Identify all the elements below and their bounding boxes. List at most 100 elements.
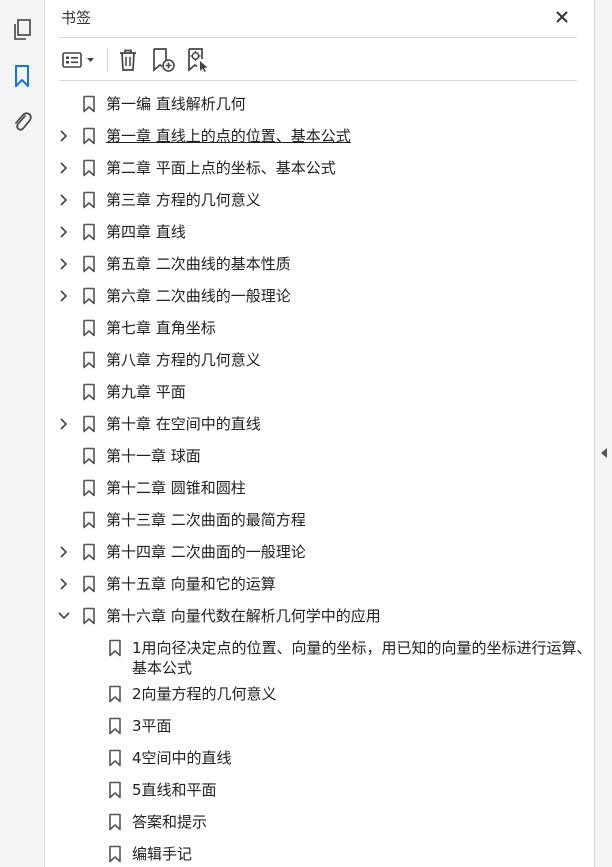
paperclip-icon[interactable]	[10, 110, 34, 134]
bookmark-icon	[107, 742, 123, 774]
bookmark-label: 答案和提示	[132, 813, 208, 831]
bookmark-icon	[81, 440, 97, 472]
bookmark-icon	[81, 568, 97, 600]
bookmark-icon	[81, 184, 97, 216]
collapse-panel-icon[interactable]	[601, 448, 607, 458]
chevron-spacer	[83, 838, 97, 867]
bookmark-item[interactable]: 5直线和平面	[45, 774, 594, 806]
bookmark-label: 第六章 二次曲线的一般理论	[106, 287, 291, 305]
chevron-right-icon[interactable]	[57, 184, 71, 216]
bookmark-item[interactable]: 第四章 直线	[45, 216, 594, 248]
bookmark-icon	[81, 280, 97, 312]
bookmark-item[interactable]: 2向量方程的几何意义	[45, 678, 594, 710]
chevron-right-icon[interactable]	[57, 120, 71, 152]
bookmark-icon	[81, 216, 97, 248]
chevron-spacer	[83, 632, 97, 664]
chevron-right-icon[interactable]	[57, 152, 71, 184]
chevron-right-icon[interactable]	[57, 248, 71, 280]
bookmark-icon	[81, 312, 97, 344]
bookmark-item[interactable]: 第八章 方程的几何意义	[45, 344, 594, 376]
list-options-icon	[62, 52, 94, 68]
bookmarks-window: 书签 第一编 直线解析几何 第一章 直线上的点的位置、基本公式 第二章 平面上点…	[0, 0, 612, 867]
options-menu-button[interactable]	[61, 46, 99, 74]
bookmark-item[interactable]: 编辑手记	[45, 838, 594, 867]
chevron-spacer	[83, 806, 97, 838]
bookmark-item[interactable]: 第三章 方程的几何意义	[45, 184, 594, 216]
bookmark-icon	[107, 806, 123, 838]
bookmark-icon	[107, 774, 123, 806]
bookmark-item[interactable]: 第十一章 球面	[45, 440, 594, 472]
bookmark-item[interactable]: 3平面	[45, 710, 594, 742]
bookmark-label: 第三章 方程的几何意义	[106, 191, 261, 209]
toolbar-separator	[107, 48, 108, 72]
bookmark-label: 第十四章 二次曲面的一般理论	[106, 543, 306, 561]
bookmark-label: 第九章 平面	[106, 383, 186, 401]
delete-bookmark-button[interactable]	[113, 46, 143, 74]
pages-icon[interactable]	[10, 18, 34, 42]
bookmark-icon	[81, 376, 97, 408]
add-bookmark-icon	[153, 48, 175, 72]
bookmark-icon	[81, 248, 97, 280]
new-bookmark-button[interactable]	[147, 46, 179, 74]
find-bookmark-icon	[188, 48, 208, 72]
bookmark-icon	[81, 152, 97, 184]
bookmark-icon	[81, 536, 97, 568]
chevron-right-icon[interactable]	[57, 408, 71, 440]
bookmark-item[interactable]: 第十四章 二次曲面的一般理论	[45, 536, 594, 568]
chevron-spacer	[57, 440, 71, 472]
bookmark-label: 第十一章 球面	[106, 447, 201, 465]
bookmark-icon	[81, 600, 97, 632]
bookmark-label: 1用向径决定点的位置、向量的坐标，用已知的向量的坐标进行运算、基本公式	[132, 639, 592, 677]
chevron-spacer	[57, 88, 71, 120]
bookmark-item[interactable]: 第二章 平面上点的坐标、基本公式	[45, 152, 594, 184]
chevron-right-icon[interactable]	[57, 216, 71, 248]
bookmark-item[interactable]: 第七章 直角坐标	[45, 312, 594, 344]
bookmark-icon	[107, 710, 123, 742]
bookmark-label: 第十五章 向量和它的运算	[106, 575, 276, 593]
bookmark-item[interactable]: 第一编 直线解析几何	[45, 88, 594, 120]
chevron-spacer	[57, 376, 71, 408]
bookmark-icon	[81, 88, 97, 120]
bookmark-item[interactable]: 第一章 直线上的点的位置、基本公式	[45, 120, 594, 152]
chevron-right-icon[interactable]	[57, 568, 71, 600]
bookmark-item[interactable]: 第六章 二次曲线的一般理论	[45, 280, 594, 312]
bookmark-label: 第二章 平面上点的坐标、基本公式	[106, 159, 336, 177]
chevron-spacer	[57, 472, 71, 504]
find-bookmark-button[interactable]	[181, 46, 213, 74]
chevron-down-icon[interactable]	[57, 600, 71, 632]
bookmark-tree: 第一编 直线解析几何第一章 直线上的点的位置、基本公式 第二章 平面上点的坐标、基…	[45, 88, 594, 867]
right-collapse-bar	[594, 0, 612, 867]
panel-header: 书签	[45, 0, 577, 36]
chevron-spacer	[57, 312, 71, 344]
bookmark-item[interactable]: 第十三章 二次曲面的最简方程	[45, 504, 594, 536]
bookmark-label: 第一章 直线上的点的位置、基本公式	[106, 127, 351, 145]
bookmark-label: 第十六章 向量代数在解析几何学中的应用	[106, 607, 381, 625]
bookmark-icon	[81, 344, 97, 376]
bookmark-label: 第十章 在空间中的直线	[106, 415, 261, 433]
bookmark-item[interactable]: 第十二章 圆锥和圆柱	[45, 472, 594, 504]
header-divider	[59, 37, 577, 38]
close-button[interactable]	[551, 6, 573, 28]
bookmark-icon	[107, 678, 123, 710]
bookmark-item[interactable]: 第九章 平面	[45, 376, 594, 408]
chevron-right-icon[interactable]	[57, 536, 71, 568]
bookmark-item[interactable]: 第十六章 向量代数在解析几何学中的应用	[45, 600, 594, 632]
chevron-spacer	[83, 742, 97, 774]
bookmark-item[interactable]: 答案和提示	[45, 806, 594, 838]
bookmarks-toolbar	[59, 44, 577, 76]
bookmark-icon	[107, 632, 123, 664]
close-icon	[556, 11, 568, 23]
bookmark-item[interactable]: 第十五章 向量和它的运算	[45, 568, 594, 600]
bookmark-label: 第八章 方程的几何意义	[106, 351, 261, 369]
bookmark-item[interactable]: 4空间中的直线	[45, 742, 594, 774]
bookmark-item[interactable]: 第十章 在空间中的直线	[45, 408, 594, 440]
chevron-spacer	[83, 678, 97, 710]
bookmark-item[interactable]: 第五章 二次曲线的基本性质	[45, 248, 594, 280]
bookmark-icon[interactable]	[10, 64, 34, 88]
chevron-spacer	[83, 710, 97, 742]
navigation-pane-bar	[0, 0, 45, 867]
bookmark-label: 3平面	[132, 717, 172, 735]
chevron-right-icon[interactable]	[57, 280, 71, 312]
bookmark-item[interactable]: 1用向径决定点的位置、向量的坐标，用已知的向量的坐标进行运算、基本公式	[45, 632, 594, 678]
trash-icon	[120, 49, 136, 71]
